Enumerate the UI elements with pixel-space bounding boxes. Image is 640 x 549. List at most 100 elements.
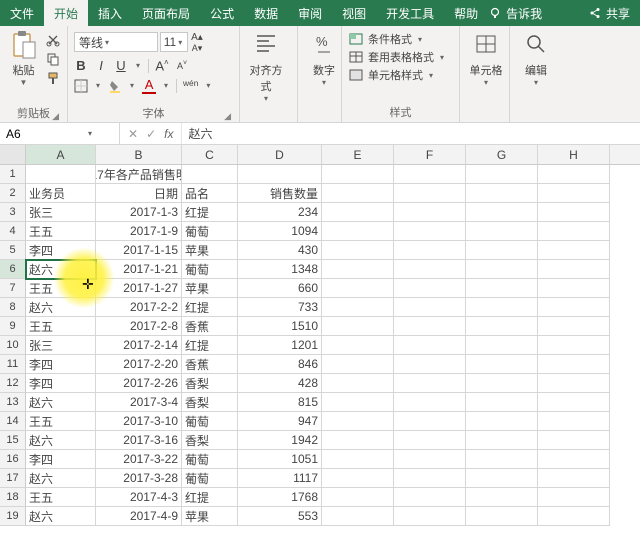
cell[interactable]: 2017-1-27 [96, 279, 182, 298]
cut-button[interactable] [45, 32, 61, 48]
editing-button[interactable]: 编辑 ▾ [516, 30, 556, 87]
font-name-select[interactable]: 等线▾ [74, 32, 158, 52]
cell[interactable]: 红提 [182, 336, 238, 355]
tab-view[interactable]: 视图 [332, 0, 376, 26]
share-button[interactable]: 共享 [578, 0, 640, 26]
cell[interactable]: 1510 [238, 317, 322, 336]
cell[interactable]: 王五 [26, 317, 96, 336]
font-shrink-icon[interactable]: A˅ [175, 60, 189, 71]
cell[interactable]: 李四 [26, 241, 96, 260]
cell[interactable]: 王五 [26, 279, 96, 298]
col-header-h[interactable]: H [538, 145, 610, 164]
cell[interactable] [538, 203, 610, 222]
cell[interactable] [322, 355, 394, 374]
cell[interactable]: 红提 [182, 203, 238, 222]
tab-help[interactable]: 帮助 [444, 0, 488, 26]
row-header[interactable]: 3 [0, 203, 26, 222]
cell[interactable]: 香蕉 [182, 317, 238, 336]
cell[interactable] [466, 469, 538, 488]
alignment-button[interactable]: 对齐方式 ▾ [246, 30, 286, 103]
tab-review[interactable]: 审阅 [288, 0, 332, 26]
cell[interactable]: 1094 [238, 222, 322, 241]
format-as-table-button[interactable]: 套用表格格式 ▾ [348, 48, 453, 66]
cell[interactable] [466, 393, 538, 412]
paste-button[interactable]: 粘贴 ▼ [6, 30, 41, 87]
col-header-f[interactable]: F [394, 145, 466, 164]
cell[interactable]: 2017-2-8 [96, 317, 182, 336]
row-header[interactable]: 14 [0, 412, 26, 431]
cell[interactable] [466, 241, 538, 260]
worksheet-grid[interactable]: A B C D E F G H 12017年各产品销售明细2业务员日期品名销售数… [0, 145, 640, 526]
cell[interactable]: 1117 [238, 469, 322, 488]
cell[interactable]: 2017-2-20 [96, 355, 182, 374]
cell[interactable] [466, 450, 538, 469]
cell[interactable]: 1201 [238, 336, 322, 355]
cell[interactable] [538, 184, 610, 203]
cell[interactable]: 赵六 [26, 298, 96, 317]
cell[interactable] [538, 412, 610, 431]
cell[interactable]: 2017-1-3 [96, 203, 182, 222]
cell[interactable] [394, 298, 466, 317]
cell[interactable]: 红提 [182, 488, 238, 507]
cell[interactable]: 234 [238, 203, 322, 222]
cell[interactable]: 2017-2-14 [96, 336, 182, 355]
cell[interactable] [538, 317, 610, 336]
cell[interactable] [394, 336, 466, 355]
row-header[interactable]: 13 [0, 393, 26, 412]
cell[interactable]: 李四 [26, 355, 96, 374]
cell[interactable] [182, 165, 238, 184]
italic-button[interactable]: I [94, 58, 108, 73]
cell[interactable] [238, 165, 322, 184]
tell-me[interactable]: 告诉我 [488, 0, 550, 26]
cell[interactable]: 李四 [26, 374, 96, 393]
formula-value[interactable]: 赵六 [181, 123, 640, 144]
cell[interactable]: 香梨 [182, 374, 238, 393]
cell[interactable]: 葡萄 [182, 450, 238, 469]
row-header[interactable]: 12 [0, 374, 26, 393]
cell[interactable]: 李四 [26, 450, 96, 469]
cell[interactable] [466, 184, 538, 203]
cell[interactable] [466, 431, 538, 450]
cell[interactable] [394, 165, 466, 184]
cell[interactable] [538, 450, 610, 469]
cell[interactable]: 2017年各产品销售明细 [96, 165, 182, 184]
cell[interactable] [466, 336, 538, 355]
cell[interactable] [538, 222, 610, 241]
cell[interactable]: 香蕉 [182, 355, 238, 374]
cell[interactable] [538, 241, 610, 260]
row-header[interactable]: 1 [0, 165, 26, 184]
cell[interactable] [466, 317, 538, 336]
cell[interactable]: 品名 [182, 184, 238, 203]
row-header[interactable]: 8 [0, 298, 26, 317]
cell[interactable]: 430 [238, 241, 322, 260]
cell[interactable] [394, 488, 466, 507]
cell[interactable] [322, 412, 394, 431]
cell[interactable] [322, 222, 394, 241]
cell[interactable]: 2017-3-22 [96, 450, 182, 469]
cell[interactable]: 香梨 [182, 393, 238, 412]
cell[interactable] [394, 279, 466, 298]
cell[interactable] [466, 507, 538, 526]
cell[interactable]: 张三 [26, 336, 96, 355]
row-header[interactable]: 5 [0, 241, 26, 260]
cell[interactable] [538, 431, 610, 450]
cell[interactable] [394, 184, 466, 203]
cell[interactable]: 815 [238, 393, 322, 412]
grow-font-button[interactable]: A▴ [190, 32, 204, 43]
cell[interactable]: 1768 [238, 488, 322, 507]
select-all-corner[interactable] [0, 145, 26, 164]
cell[interactable] [394, 507, 466, 526]
cell[interactable]: 香梨 [182, 431, 238, 450]
cell[interactable] [394, 412, 466, 431]
cell[interactable]: 王五 [26, 412, 96, 431]
cell[interactable]: 赵六 [26, 260, 96, 279]
cell[interactable]: 业务员 [26, 184, 96, 203]
border-button[interactable] [74, 79, 88, 93]
cell[interactable] [538, 336, 610, 355]
tab-file[interactable]: 文件 [0, 0, 44, 26]
cell[interactable]: 2017-1-9 [96, 222, 182, 241]
tab-formulas[interactable]: 公式 [200, 0, 244, 26]
underline-button[interactable]: U [114, 58, 128, 73]
cell[interactable]: 2017-4-3 [96, 488, 182, 507]
cell[interactable] [394, 241, 466, 260]
